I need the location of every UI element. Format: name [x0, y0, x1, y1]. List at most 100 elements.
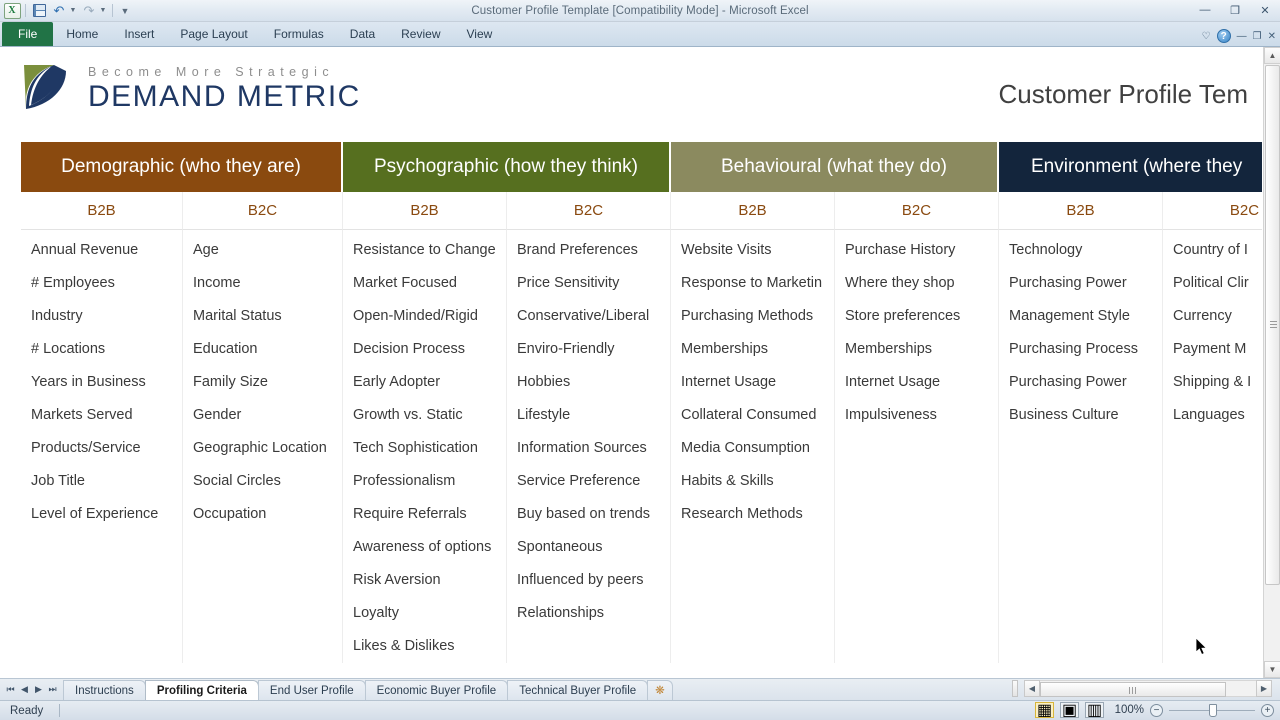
criteria-cell[interactable]: Geographic Location: [183, 432, 342, 465]
normal-view-button[interactable]: ▦: [1035, 702, 1054, 719]
criteria-cell[interactable]: Where they shop: [835, 267, 998, 300]
criteria-cell[interactable]: Job Title: [21, 465, 182, 498]
zoom-in-button[interactable]: +: [1261, 703, 1274, 717]
criteria-cell[interactable]: Buy based on trends: [507, 498, 670, 531]
close-button[interactable]: ✕: [1254, 2, 1276, 18]
criteria-cell[interactable]: Products/Service: [21, 432, 182, 465]
criteria-cell[interactable]: Require Referrals: [343, 498, 506, 531]
criteria-cell[interactable]: Professionalism: [343, 465, 506, 498]
criteria-cell[interactable]: Enviro-Friendly: [507, 333, 670, 366]
criteria-cell[interactable]: Influenced by peers: [507, 564, 670, 597]
tab-page-layout[interactable]: Page Layout: [167, 22, 260, 46]
criteria-cell[interactable]: Occupation: [183, 498, 342, 531]
horizontal-scroll-track[interactable]: [1040, 680, 1256, 697]
scroll-up-icon[interactable]: ▲: [1264, 47, 1280, 64]
minimize-button[interactable]: —: [1194, 2, 1216, 18]
sheet-tab-economic-buyer-profile[interactable]: Economic Buyer Profile: [364, 679, 509, 700]
insert-worksheet-icon[interactable]: ❋: [647, 679, 673, 700]
sheet-tab-technical-buyer-profile[interactable]: Technical Buyer Profile: [507, 679, 649, 700]
zoom-level-label[interactable]: 100%: [1110, 704, 1144, 716]
criteria-cell[interactable]: Annual Revenue: [21, 234, 182, 267]
vertical-scroll-thumb[interactable]: [1265, 65, 1280, 585]
criteria-cell[interactable]: Conservative/Liberal: [507, 300, 670, 333]
criteria-cell[interactable]: Age: [183, 234, 342, 267]
restore-button[interactable]: ❐: [1224, 2, 1246, 18]
criteria-cell[interactable]: Relationships: [507, 597, 670, 630]
criteria-cell[interactable]: Loyalty: [343, 597, 506, 630]
criteria-cell[interactable]: Service Preference: [507, 465, 670, 498]
criteria-cell[interactable]: Years in Business: [21, 366, 182, 399]
criteria-cell[interactable]: Impulsiveness: [835, 399, 998, 432]
criteria-cell[interactable]: Early Adopter: [343, 366, 506, 399]
criteria-cell[interactable]: Internet Usage: [671, 366, 834, 399]
criteria-cell[interactable]: Management Style: [999, 300, 1162, 333]
criteria-cell[interactable]: Industry: [21, 300, 182, 333]
criteria-cell[interactable]: Likes & Dislikes: [343, 630, 506, 663]
help-icon[interactable]: ?: [1216, 29, 1231, 43]
criteria-cell[interactable]: Store preferences: [835, 300, 998, 333]
minimize-ribbon-icon[interactable]: —: [1237, 31, 1247, 42]
criteria-cell[interactable]: # Employees: [21, 267, 182, 300]
tab-home[interactable]: Home: [53, 22, 111, 46]
criteria-cell[interactable]: Research Methods: [671, 498, 834, 531]
criteria-cell[interactable]: Collateral Consumed: [671, 399, 834, 432]
criteria-cell[interactable]: Markets Served: [21, 399, 182, 432]
criteria-cell[interactable]: Technology: [999, 234, 1162, 267]
criteria-cell[interactable]: Family Size: [183, 366, 342, 399]
criteria-cell[interactable]: Marital Status: [183, 300, 342, 333]
criteria-cell[interactable]: Purchasing Methods: [671, 300, 834, 333]
horizontal-split-handle[interactable]: [1012, 680, 1018, 697]
criteria-cell[interactable]: Shipping & I: [1163, 366, 1262, 399]
criteria-cell[interactable]: Languages: [1163, 399, 1262, 432]
criteria-cell[interactable]: Price Sensitivity: [507, 267, 670, 300]
criteria-cell[interactable]: Risk Aversion: [343, 564, 506, 597]
criteria-cell[interactable]: Website Visits: [671, 234, 834, 267]
criteria-cell[interactable]: Media Consumption: [671, 432, 834, 465]
criteria-cell[interactable]: Hobbies: [507, 366, 670, 399]
criteria-cell[interactable]: Social Circles: [183, 465, 342, 498]
criteria-cell[interactable]: Country of I: [1163, 234, 1262, 267]
criteria-cell[interactable]: Growth vs. Static: [343, 399, 506, 432]
criteria-cell[interactable]: Level of Experience: [21, 498, 182, 531]
next-sheet-icon[interactable]: ▶: [32, 682, 45, 698]
criteria-cell[interactable]: Currency: [1163, 300, 1262, 333]
scroll-left-icon[interactable]: ◀: [1024, 680, 1040, 697]
criteria-cell[interactable]: Education: [183, 333, 342, 366]
tab-review[interactable]: Review: [388, 22, 453, 46]
zoom-slider-track[interactable]: [1169, 703, 1255, 717]
criteria-cell[interactable]: Decision Process: [343, 333, 506, 366]
zoom-out-button[interactable]: −: [1150, 703, 1163, 717]
criteria-cell[interactable]: Purchasing Power: [999, 366, 1162, 399]
restore-window-icon[interactable]: ❐: [1253, 31, 1262, 42]
scroll-down-icon[interactable]: ▼: [1264, 661, 1280, 678]
criteria-cell[interactable]: Resistance to Change: [343, 234, 506, 267]
prev-sheet-icon[interactable]: ◀: [18, 682, 31, 698]
scroll-right-icon[interactable]: ▶: [1256, 680, 1272, 697]
criteria-cell[interactable]: Memberships: [671, 333, 834, 366]
criteria-cell[interactable]: Brand Preferences: [507, 234, 670, 267]
favorite-icon[interactable]: ♡: [1202, 31, 1211, 42]
last-sheet-icon[interactable]: ⏭: [46, 682, 59, 698]
worksheet-area[interactable]: Become More Strategic DEMAND METRIC Cust…: [0, 47, 1280, 678]
page-layout-view-button[interactable]: ▣: [1060, 702, 1079, 719]
sheet-tab-end-user-profile[interactable]: End User Profile: [257, 679, 366, 700]
criteria-cell[interactable]: Payment M: [1163, 333, 1262, 366]
page-break-view-button[interactable]: ▥: [1085, 702, 1104, 719]
vertical-scrollbar[interactable]: ▲ ▼: [1263, 47, 1280, 678]
close-window-icon[interactable]: ✕: [1268, 31, 1276, 42]
tab-file[interactable]: File: [2, 22, 54, 46]
horizontal-scrollbar[interactable]: ◀ ▶: [1024, 680, 1272, 697]
horizontal-scroll-thumb[interactable]: [1040, 682, 1226, 697]
criteria-cell[interactable]: Lifestyle: [507, 399, 670, 432]
criteria-cell[interactable]: Purchase History: [835, 234, 998, 267]
first-sheet-icon[interactable]: ⏮: [4, 682, 17, 698]
criteria-cell[interactable]: Political Clir: [1163, 267, 1262, 300]
criteria-cell[interactable]: Spontaneous: [507, 531, 670, 564]
criteria-cell[interactable]: Income: [183, 267, 342, 300]
criteria-cell[interactable]: Purchasing Power: [999, 267, 1162, 300]
criteria-cell[interactable]: Awareness of options: [343, 531, 506, 564]
criteria-cell[interactable]: Tech Sophistication: [343, 432, 506, 465]
criteria-cell[interactable]: # Locations: [21, 333, 182, 366]
criteria-cell[interactable]: Memberships: [835, 333, 998, 366]
tab-view[interactable]: View: [454, 22, 506, 46]
